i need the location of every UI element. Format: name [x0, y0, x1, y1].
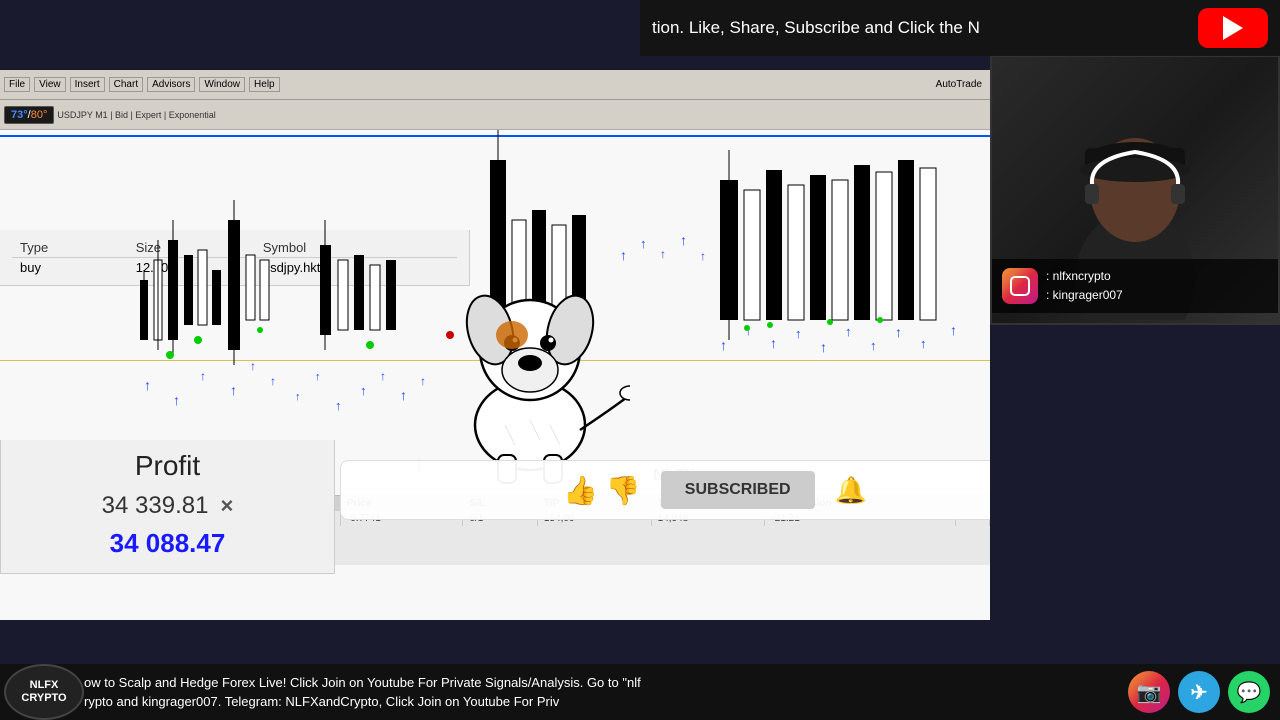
bell-icon[interactable]: 🔔 [835, 475, 867, 506]
like-button-group[interactable]: 👍 👎 [563, 474, 641, 507]
whatsapp-icon: 💬 [1237, 680, 1262, 705]
whatsapp-social-button[interactable]: 💬 [1228, 671, 1270, 713]
instagram-icon: 📷 [1137, 680, 1162, 705]
svg-text:↑: ↑ [680, 232, 687, 248]
nlfx-logo-text: NLFX CRYPTO [21, 679, 66, 705]
file-menu[interactable]: File [4, 77, 30, 92]
svg-text:↑: ↑ [295, 391, 301, 403]
profit-value: 34 339.81 [102, 492, 209, 520]
profit-value-row: 34 339.81 × [17, 492, 318, 520]
svg-text:↑: ↑ [173, 392, 180, 408]
svg-text:↑: ↑ [795, 326, 802, 341]
svg-text:↑: ↑ [400, 387, 407, 403]
svg-text:↑: ↑ [770, 335, 777, 351]
social-icons-bar: 📷 ✈ 💬 [1118, 671, 1280, 713]
youtube-logo[interactable] [1198, 8, 1268, 48]
svg-text:↑: ↑ [380, 369, 386, 383]
svg-text:↑: ↑ [950, 322, 957, 338]
svg-text:↑: ↑ [845, 324, 852, 339]
svg-text:↑: ↑ [144, 377, 151, 393]
svg-text:↑: ↑ [315, 371, 321, 383]
like-icon[interactable]: 👍 [563, 474, 598, 507]
svg-text:↑: ↑ [870, 338, 877, 353]
svg-text:↑: ↑ [820, 339, 827, 355]
svg-text:↑: ↑ [335, 398, 342, 413]
svg-text:↑: ↑ [360, 383, 367, 398]
instagram-handles: : nlfxncrypto : kingrager007 [1046, 267, 1123, 305]
youtube-banner: tion. Like, Share, Subscribe and Click t… [640, 0, 1280, 56]
profit-label: Profit [17, 450, 318, 482]
youtube-play-icon [1223, 16, 1243, 40]
temp-display: 73°/80° [4, 106, 54, 124]
banner-text: tion. Like, Share, Subscribe and Click t… [652, 18, 1186, 38]
insert-menu[interactable]: Insert [70, 77, 105, 92]
type-header: Type [12, 238, 128, 258]
scroll-text: ow to Scalp and Hedge Forex Live! Click … [84, 664, 1118, 720]
type-value: buy [12, 258, 128, 278]
svg-text:↑: ↑ [250, 359, 256, 373]
svg-text:↑: ↑ [420, 374, 426, 388]
dislike-icon[interactable]: 👎 [606, 474, 641, 507]
svg-text:↑: ↑ [920, 336, 927, 351]
instagram-logo-icon [1002, 268, 1038, 304]
nlfx-logo: NLFX CRYPTO [4, 664, 84, 720]
subscribed-button[interactable]: SUBSCRIBED [661, 471, 815, 509]
instagram-overlay: : nlfxncrypto : kingrager007 [992, 259, 1280, 313]
subscribe-bar: 👍 👎 SUBSCRIBED 🔔 [340, 460, 990, 520]
scroll-line-1: ow to Scalp and Hedge Forex Live! Click … [84, 673, 1118, 692]
dog-svg [430, 255, 630, 485]
webcam-panel: : nlfxncrypto : kingrager007 [990, 55, 1280, 325]
svg-text:↑: ↑ [230, 382, 237, 398]
profit-total: 34 088.47 [17, 528, 318, 559]
instagram-social-button[interactable]: 📷 [1128, 671, 1170, 713]
scroll-line-2: rypto and kingrager007. Telegram: NLFXan… [84, 692, 1118, 711]
svg-text:↑: ↑ [895, 324, 902, 340]
bottom-bar: NLFX CRYPTO ow to Scalp and Hedge Forex … [0, 664, 1280, 720]
svg-text:↑: ↑ [200, 369, 206, 383]
svg-text:↑: ↑ [270, 374, 276, 388]
profit-panel: Profit 34 339.81 × 34 088.47 [0, 440, 335, 574]
view-menu[interactable]: View [34, 77, 66, 92]
svg-text:↑: ↑ [640, 236, 647, 251]
chart-area: File View Insert Chart Advisors Window H… [0, 70, 990, 620]
telegram-icon: ✈ [1191, 680, 1208, 705]
telegram-social-button[interactable]: ✈ [1178, 671, 1220, 713]
close-profit-button[interactable]: × [220, 493, 233, 519]
